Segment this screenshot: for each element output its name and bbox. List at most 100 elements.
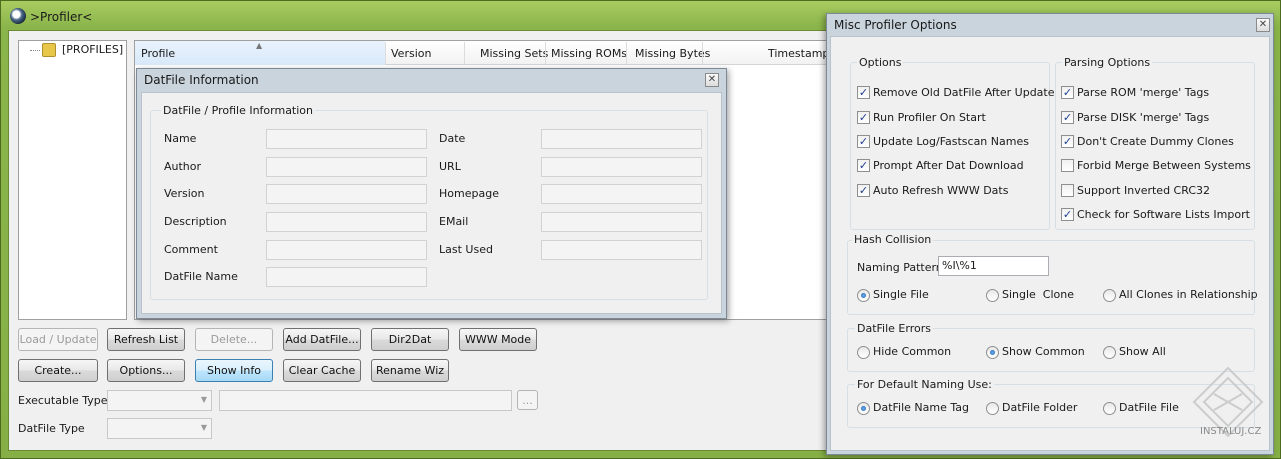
chevron-down-icon: ▼ — [200, 395, 207, 404]
auto-refresh-www-dats-label: Auto Refresh WWW Dats — [873, 184, 1009, 197]
datfile-type-label: DatFile Type — [18, 422, 85, 435]
misc-options-title: Misc Profiler Options — [834, 18, 957, 32]
column-separator — [626, 42, 627, 64]
browse-button[interactable]: ... — [517, 390, 538, 410]
rename-wiz-button[interactable]: Rename Wiz — [371, 359, 449, 382]
date-field[interactable] — [541, 129, 702, 149]
check-software-lists-import-checkbox[interactable]: ✓ — [1061, 208, 1074, 221]
folder-icon — [42, 43, 56, 57]
hash-collision-group — [847, 240, 1255, 315]
remove-old-datfile-label: Remove Old DatFile After Update — [873, 86, 1055, 99]
run-profiler-on-start-checkbox[interactable]: ✓ — [857, 111, 870, 124]
column-profile[interactable]: Profile — [141, 47, 175, 60]
forbid-merge-between-systems-checkbox[interactable] — [1061, 159, 1074, 172]
update-log-fastscan-checkbox[interactable]: ✓ — [857, 135, 870, 148]
name-label: Name — [164, 132, 197, 145]
author-field[interactable] — [266, 157, 427, 177]
datfile-name-tag-label: DatFile Name Tag — [873, 401, 969, 414]
datfile-info-title: DatFile Information — [144, 73, 259, 87]
url-field[interactable] — [541, 157, 702, 177]
datfile-type-select[interactable]: ▼ — [107, 418, 212, 439]
dir2dat-button[interactable]: Dir2Dat — [371, 328, 449, 351]
create-button[interactable]: Create... — [18, 359, 98, 382]
column-separator — [545, 42, 546, 64]
column-timestamp[interactable]: Timestamp — [768, 47, 829, 60]
refresh-list-button[interactable]: Refresh List — [107, 328, 185, 351]
datfile-folder-label: DatFile Folder — [1002, 401, 1078, 414]
datfile-errors-group-label: DatFile Errors — [855, 322, 933, 335]
version-field[interactable] — [266, 184, 427, 204]
forbid-merge-between-systems-label: Forbid Merge Between Systems — [1077, 159, 1251, 172]
last-used-label: Last Used — [439, 243, 493, 256]
comment-field[interactable] — [266, 240, 427, 260]
close-icon[interactable]: ✕ — [1256, 18, 1270, 32]
support-inverted-crc32-label: Support Inverted CRC32 — [1077, 184, 1211, 197]
sort-up-icon: ▲ — [256, 41, 263, 50]
naming-pattern-label: Naming Pattern — [857, 261, 943, 274]
datfile-file-radio[interactable] — [1103, 402, 1116, 415]
show-all-radio[interactable] — [1103, 346, 1116, 359]
prompt-after-dat-download-checkbox[interactable]: ✓ — [857, 159, 870, 172]
single-clone-radio[interactable] — [986, 289, 999, 302]
single-file-radio[interactable] — [857, 289, 870, 302]
app-magnifier-icon — [10, 8, 26, 24]
homepage-label: Homepage — [439, 187, 499, 200]
clear-cache-button[interactable]: Clear Cache — [283, 359, 361, 382]
datfile-name-tag-radio[interactable] — [857, 402, 870, 415]
name-field[interactable] — [266, 129, 427, 149]
all-clones-radio[interactable] — [1103, 289, 1116, 302]
email-field[interactable] — [541, 212, 702, 232]
delete-button[interactable]: Delete... — [195, 328, 273, 351]
executable-type-label: Executable Type — [18, 394, 108, 407]
options-group-label: Options — [857, 56, 904, 69]
checkmark-icon: ✓ — [1062, 111, 1073, 124]
dont-create-dummy-clones-checkbox[interactable]: ✓ — [1061, 135, 1074, 148]
window-title: >Profiler< — [30, 10, 93, 24]
support-inverted-crc32-checkbox[interactable] — [1061, 184, 1074, 197]
last-used-field[interactable] — [541, 240, 702, 260]
load-update-button[interactable]: Load / Update — [18, 328, 98, 351]
parse-disk-merge-label: Parse DISK 'merge' Tags — [1077, 111, 1210, 124]
column-missing-roms[interactable]: Missing ROMs — [551, 47, 627, 60]
parse-rom-merge-label: Parse ROM 'merge' Tags — [1077, 86, 1210, 99]
datfile-file-label: DatFile File — [1119, 401, 1179, 414]
datfile-folder-radio[interactable] — [986, 402, 999, 415]
parse-rom-merge-checkbox[interactable]: ✓ — [1061, 86, 1074, 99]
options-button[interactable]: Options... — [107, 359, 185, 382]
naming-pattern-input[interactable]: %I\%1 — [938, 256, 1049, 276]
tree-connector — [30, 50, 40, 51]
description-field[interactable] — [266, 212, 427, 232]
tree-root-label[interactable]: [PROFILES] — [62, 43, 123, 56]
www-mode-button[interactable]: WWW Mode — [459, 328, 537, 351]
update-log-fastscan-label: Update Log/Fastscan Names — [873, 135, 1029, 148]
datfile-name-field[interactable] — [266, 267, 427, 287]
column-missing-sets[interactable]: Missing Sets — [480, 47, 548, 60]
prompt-after-dat-download-label: Prompt After Dat Download — [873, 159, 1024, 172]
default-naming-group-label: For Default Naming Use: — [855, 378, 994, 391]
checkmark-icon: ✓ — [858, 86, 869, 99]
column-separator — [464, 42, 465, 64]
remove-old-datfile-checkbox[interactable]: ✓ — [857, 86, 870, 99]
comment-label: Comment — [164, 243, 218, 256]
description-label: Description — [164, 215, 227, 228]
executable-path-input[interactable] — [219, 390, 512, 411]
column-version[interactable]: Version — [391, 47, 431, 60]
show-all-label: Show All — [1119, 345, 1166, 358]
show-common-radio[interactable] — [986, 346, 999, 359]
checkmark-icon: ✓ — [858, 111, 869, 124]
email-label: EMail — [439, 215, 469, 228]
homepage-field[interactable] — [541, 184, 702, 204]
datfile-name-label: DatFile Name — [164, 270, 238, 283]
hide-common-radio[interactable] — [857, 346, 870, 359]
profile-tree[interactable] — [18, 40, 127, 320]
parsing-options-group-label: Parsing Options — [1062, 56, 1153, 69]
checkmark-icon: ✓ — [858, 184, 869, 197]
parse-disk-merge-checkbox[interactable]: ✓ — [1061, 111, 1074, 124]
auto-refresh-www-dats-checkbox[interactable]: ✓ — [857, 184, 870, 197]
checkmark-icon: ✓ — [858, 159, 869, 172]
column-missing-bytes[interactable]: Missing Bytes — [635, 47, 710, 60]
add-datfile-button[interactable]: Add DatFile... — [283, 328, 361, 351]
show-info-button[interactable]: Show Info — [195, 359, 273, 382]
executable-type-select[interactable]: ▼ — [107, 390, 212, 411]
close-icon[interactable]: ✕ — [705, 73, 719, 87]
